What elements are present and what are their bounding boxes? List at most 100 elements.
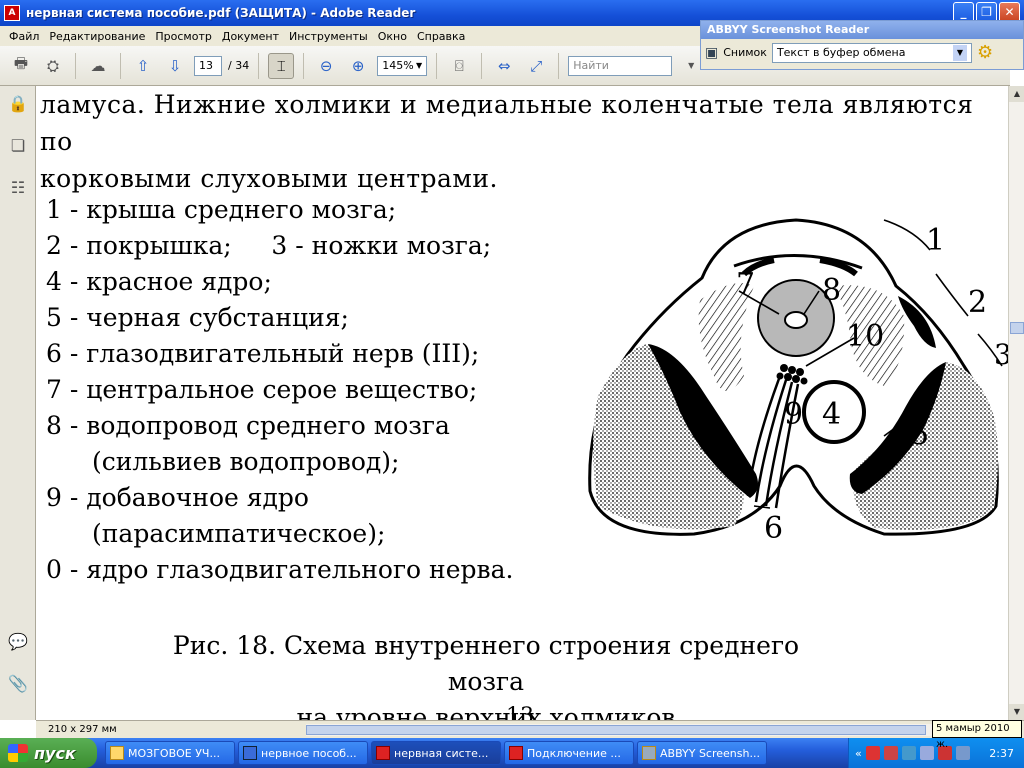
attachments-icon[interactable]: 📎 [7, 674, 29, 696]
search-input[interactable]: Найти [568, 55, 673, 76]
navigation-panel: 🔒 ❏ ☷ 💬 📎 [0, 86, 36, 720]
start-button[interactable]: пуск [0, 738, 97, 768]
date-tooltip: 5 мамыр 2010 ж. [932, 720, 1022, 750]
scroll-thumb[interactable] [1010, 322, 1024, 334]
legend-item: 8 - водопровод среднего мозга [46, 411, 450, 440]
figure-label-5: 5 [910, 417, 929, 452]
network-icon[interactable] [901, 746, 916, 760]
window-title: нервная система пособие.pdf (ЗАЩИТА) - A… [26, 6, 416, 20]
connection-icon [509, 746, 523, 760]
task-label: МОЗГОВОЕ УЧ... [128, 746, 220, 760]
figure-label-4: 4 [822, 397, 841, 432]
figure-caption: Рис. 18. Схема внутреннего строения сред… [136, 628, 836, 720]
document-page: ламуса. Нижние холмики и медиальные коле… [36, 86, 1008, 720]
menu-help[interactable]: Справка [412, 30, 470, 43]
page-total: / 34 [228, 59, 250, 72]
menu-document[interactable]: Документ [217, 30, 284, 43]
chevron-down-icon: ▼ [952, 44, 967, 61]
legend-item: 4 - красное ядро; [46, 267, 272, 296]
abbyy-icon [642, 746, 656, 760]
figure-label-3: 3 [994, 338, 1008, 371]
hand-tool-icon[interactable]: ☁ [85, 53, 111, 79]
folder-icon [110, 746, 124, 760]
menu-bar: Файл Редактирование Просмотр Документ Ин… [0, 26, 700, 46]
fit-width-icon[interactable]: ⇔ [491, 53, 517, 79]
figure-label-6: 6 [764, 511, 783, 546]
scroll-down-icon[interactable]: ▼ [1009, 704, 1024, 720]
menu-view[interactable]: Просмотр [150, 30, 216, 43]
caption-line: на уровне верхних холмиков [296, 703, 676, 720]
menu-edit[interactable]: Редактирование [44, 30, 150, 43]
menu-window[interactable]: Окно [373, 30, 412, 43]
scroll-up-icon[interactable]: ▲ [1009, 86, 1024, 102]
midbrain-diagram: 1 2 3 4 5 6 7 8 9 10 [588, 218, 1008, 546]
snap-label[interactable]: Снимок [723, 46, 767, 59]
snapshot-icon[interactable]: ⌼ [446, 53, 472, 79]
task-label: нервная систе... [394, 746, 489, 760]
figure-label-8: 8 [822, 273, 841, 308]
antivirus-icon[interactable] [865, 746, 880, 760]
bookmarks-icon[interactable]: ☷ [7, 178, 29, 200]
display-icon[interactable] [955, 746, 970, 760]
system-clock[interactable]: 2:37 [989, 747, 1014, 760]
word-icon [243, 746, 257, 760]
tray-expand-icon[interactable]: « [855, 747, 862, 760]
next-page-icon[interactable]: ⇩ [162, 53, 188, 79]
start-label: пуск [34, 743, 76, 763]
zoom-in-icon[interactable]: ⊕ [345, 53, 371, 79]
zoom-out-icon[interactable]: ⊖ [313, 53, 339, 79]
prev-page-icon[interactable]: ⇧ [130, 53, 156, 79]
taskbar-item-connection[interactable]: Подключение ... [504, 741, 634, 765]
legend-item: 2 - покрышка; 3 - ножки мозга; [46, 231, 492, 260]
taskbar: пуск МОЗГОВОЕ УЧ... нервное пособ... нер… [0, 738, 1024, 768]
flashget-icon[interactable] [883, 746, 898, 760]
legend-item: 6 - глазодвигательный нерв (III); [46, 339, 480, 368]
pdf-icon [376, 746, 390, 760]
menu-file[interactable]: Файл [4, 30, 44, 43]
abbyy-panel: ABBYY Screenshot Reader ▣ Снимок Текст в… [700, 20, 1024, 70]
lock-icon[interactable]: 🔒 [7, 94, 29, 116]
horizontal-scrollbar[interactable] [306, 724, 966, 736]
legend-item: 1 - крыша среднего мозга; [46, 195, 397, 224]
volume-icon[interactable] [919, 746, 934, 760]
figure-label-7: 7 [736, 267, 755, 302]
legend-item: (парасимпатическое); [92, 519, 386, 548]
horizontal-scroll-thumb[interactable] [306, 725, 926, 735]
page-size-label: 210 x 297 мм [48, 724, 117, 735]
comments-icon[interactable]: 💬 [7, 632, 29, 654]
status-bar: 210 x 297 мм [36, 720, 1024, 738]
abbyy-mode-select[interactable]: Текст в буфер обмена ▼ [771, 42, 972, 63]
legend-item: 5 - черная субстанция; [46, 303, 349, 332]
taskbar-item-reader[interactable]: нервная систе... [371, 741, 501, 765]
settings-gear-icon[interactable]: ⚙ [977, 42, 993, 63]
task-label: Подключение ... [527, 746, 621, 760]
share-icon[interactable]: ⛭ [40, 53, 66, 79]
fit-page-icon[interactable]: ⤢ [523, 53, 549, 79]
figure-label-10: 10 [846, 319, 884, 354]
zoom-select[interactable]: 145% ▼ [377, 55, 428, 76]
select-tool-icon[interactable]: ⌶ [268, 52, 295, 79]
body-paragraph: ламуса. Нижние холмики и медиальные коле… [40, 86, 1008, 197]
vertical-scrollbar[interactable]: ▲ ▼ [1008, 86, 1024, 720]
zoom-value: 145% [382, 59, 414, 72]
legend-item: 9 - добавочное ядро [46, 483, 309, 512]
task-label: ABBYY Screensh... [660, 746, 760, 760]
camera-icon[interactable]: ▣ [705, 45, 718, 61]
figure-label-1: 1 [926, 223, 945, 258]
menu-tools[interactable]: Инструменты [284, 30, 373, 43]
task-label: нервное пособ... [261, 746, 357, 760]
figure-legend: 1 - крыша среднего мозга; 2 - покрышка; … [46, 192, 513, 588]
page-number-input[interactable]: 13 [194, 55, 222, 76]
legend-item: 7 - центральное серое вещество; [46, 375, 478, 404]
figure-label-2: 2 [968, 285, 987, 320]
taskbar-item-abbyy[interactable]: ABBYY Screensh... [637, 741, 767, 765]
pages-icon[interactable]: ❏ [7, 136, 29, 158]
print-icon[interactable]: 🖶 [8, 53, 34, 79]
figure-label-9: 9 [784, 397, 803, 432]
legend-item: 0 - ядро глазодвигательного нерва. [46, 555, 514, 584]
caption-line: Рис. 18. Схема внутреннего строения сред… [172, 631, 800, 696]
adobe-reader-icon: A [4, 5, 20, 21]
abbyy-mode-value: Текст в буфер обмена [776, 46, 906, 59]
taskbar-item-folder[interactable]: МОЗГОВОЕ УЧ... [105, 741, 235, 765]
taskbar-item-word[interactable]: нервное пособ... [238, 741, 368, 765]
